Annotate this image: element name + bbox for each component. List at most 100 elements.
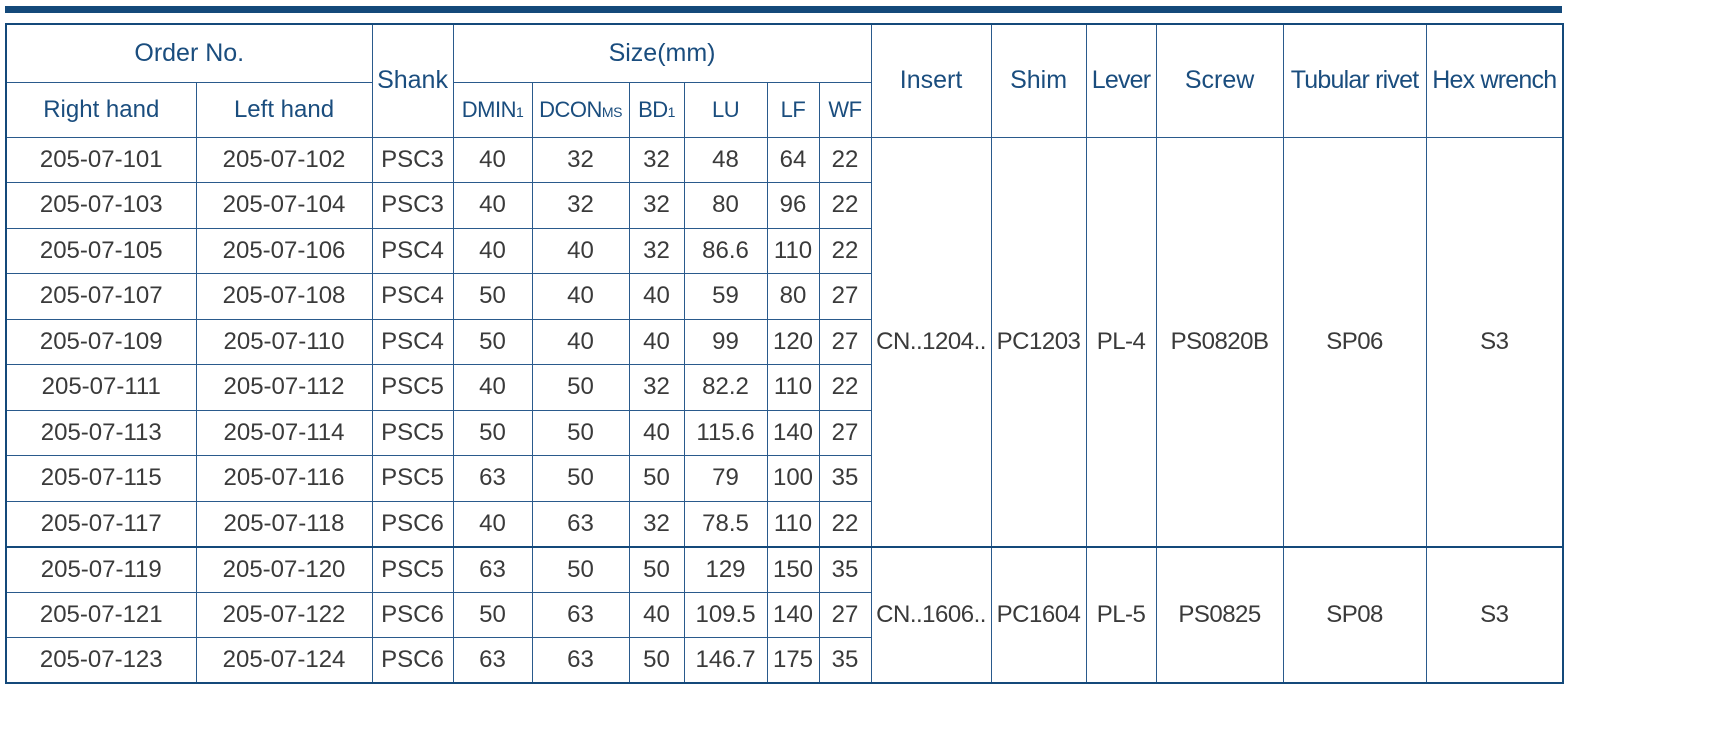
cell-left: 205-07-108	[195, 273, 373, 320]
header-shim: Shim	[990, 23, 1087, 138]
cell-bd: 40	[628, 273, 685, 320]
cell-bd: 40	[628, 318, 685, 365]
table-row: 205-07-101 205-07-102 PSC3 40 32 32 48 64 22 CN..…	[5, 136, 1564, 547]
cell-lu: 129	[683, 545, 768, 593]
cell-dmin: 40	[452, 500, 533, 547]
cell-hex-wrench: S3	[1425, 545, 1564, 684]
cell-lf: 110	[766, 227, 820, 274]
cell-lu: 78.5	[683, 500, 768, 547]
cell-dmin: 40	[452, 136, 533, 183]
top-accent-bar	[5, 6, 1562, 13]
cell-bd: 32	[628, 227, 685, 274]
cell-left: 205-07-104	[195, 182, 373, 229]
cell-dmin: 63	[452, 455, 533, 502]
cell-left: 205-07-116	[195, 455, 373, 502]
header-dmin: DMIN1	[452, 81, 533, 138]
cell-shank: PSC6	[371, 500, 454, 547]
cell-bd: 32	[628, 182, 685, 229]
cell-bd: 50	[628, 455, 685, 502]
header-insert: Insert	[870, 23, 992, 138]
cell-lu: 115.6	[683, 409, 768, 456]
cell-lever: PL-5	[1085, 545, 1157, 684]
cell-wf: 22	[818, 182, 872, 229]
header-dmin-base: DMIN	[461, 96, 517, 122]
cell-right: 205-07-113	[5, 409, 197, 456]
cell-left: 205-07-122	[195, 591, 373, 638]
header-tubular-rivet: Tubular rivet	[1282, 23, 1427, 138]
cell-left: 205-07-110	[195, 318, 373, 365]
cell-wf: 22	[818, 136, 872, 183]
header-right-hand: Right hand	[5, 81, 197, 138]
cell-lf: 120	[766, 318, 820, 365]
cell-right: 205-07-115	[5, 455, 197, 502]
cell-left: 205-07-120	[195, 545, 373, 593]
cell-dmin: 40	[452, 227, 533, 274]
cell-lf: 150	[766, 545, 820, 593]
cell-lf: 64	[766, 136, 820, 183]
cell-shank: PSC5	[371, 364, 454, 411]
header-screw: Screw	[1155, 23, 1284, 138]
cell-shank: PSC5	[371, 409, 454, 456]
cell-left: 205-07-112	[195, 364, 373, 411]
cell-dcon: 40	[531, 227, 630, 274]
cell-wf: 35	[818, 455, 872, 502]
cell-wf: 27	[818, 409, 872, 456]
cell-lf: 80	[766, 273, 820, 320]
cell-dmin: 50	[452, 273, 533, 320]
header-dcon: DCONMS	[531, 81, 630, 138]
cell-dcon: 32	[531, 136, 630, 183]
header-lf: LF	[766, 81, 820, 138]
cell-lf: 110	[766, 364, 820, 411]
cell-wf: 22	[818, 500, 872, 547]
cell-bd: 32	[628, 500, 685, 547]
cell-left: 205-07-102	[195, 136, 373, 183]
cell-dcon: 50	[531, 409, 630, 456]
cell-dcon: 50	[531, 364, 630, 411]
cell-dcon: 32	[531, 182, 630, 229]
cell-screw: PS0825	[1155, 545, 1284, 684]
cell-wf: 22	[818, 227, 872, 274]
cell-left: 205-07-106	[195, 227, 373, 274]
cell-left: 205-07-118	[195, 500, 373, 547]
cell-lf: 100	[766, 455, 820, 502]
cell-wf: 35	[818, 545, 872, 593]
cell-dcon: 40	[531, 318, 630, 365]
cell-bd: 40	[628, 591, 685, 638]
cell-right: 205-07-105	[5, 227, 197, 274]
cell-dcon: 63	[531, 500, 630, 547]
cell-right: 205-07-111	[5, 364, 197, 411]
cell-lu: 99	[683, 318, 768, 365]
cell-shank: PSC5	[371, 545, 454, 593]
cell-lu: 82.2	[683, 364, 768, 411]
cell-lu: 146.7	[683, 637, 768, 684]
cell-lu: 79	[683, 455, 768, 502]
cell-wf: 22	[818, 364, 872, 411]
cell-shim: PC1604	[990, 545, 1087, 684]
cell-shank: PSC3	[371, 136, 454, 183]
cell-shank: PSC4	[371, 273, 454, 320]
cell-bd: 50	[628, 637, 685, 684]
cell-wf: 27	[818, 318, 872, 365]
header-shank: Shank	[371, 23, 454, 138]
cell-lu: 80	[683, 182, 768, 229]
header-size: Size(mm)	[452, 23, 872, 83]
cell-shank: PSC6	[371, 591, 454, 638]
cell-dmin: 40	[452, 364, 533, 411]
cell-dcon: 63	[531, 591, 630, 638]
header-hex-wrench: Hex wrench	[1425, 23, 1564, 138]
cell-left: 205-07-124	[195, 637, 373, 684]
header-bd-base: BD	[638, 96, 668, 122]
cell-lu: 86.6	[683, 227, 768, 274]
cell-insert: CN..1204..	[870, 136, 992, 547]
cell-dmin: 63	[452, 545, 533, 593]
cell-shank: PSC3	[371, 182, 454, 229]
cell-bd: 50	[628, 545, 685, 593]
cell-lu: 59	[683, 273, 768, 320]
cell-insert: CN..1606..	[870, 545, 992, 684]
header-order-no: Order No.	[5, 23, 373, 83]
cell-right: 205-07-107	[5, 273, 197, 320]
cell-wf: 35	[818, 637, 872, 684]
cell-screw: PS0820B	[1155, 136, 1284, 547]
cell-bd: 32	[628, 136, 685, 183]
cell-dcon: 50	[531, 545, 630, 593]
